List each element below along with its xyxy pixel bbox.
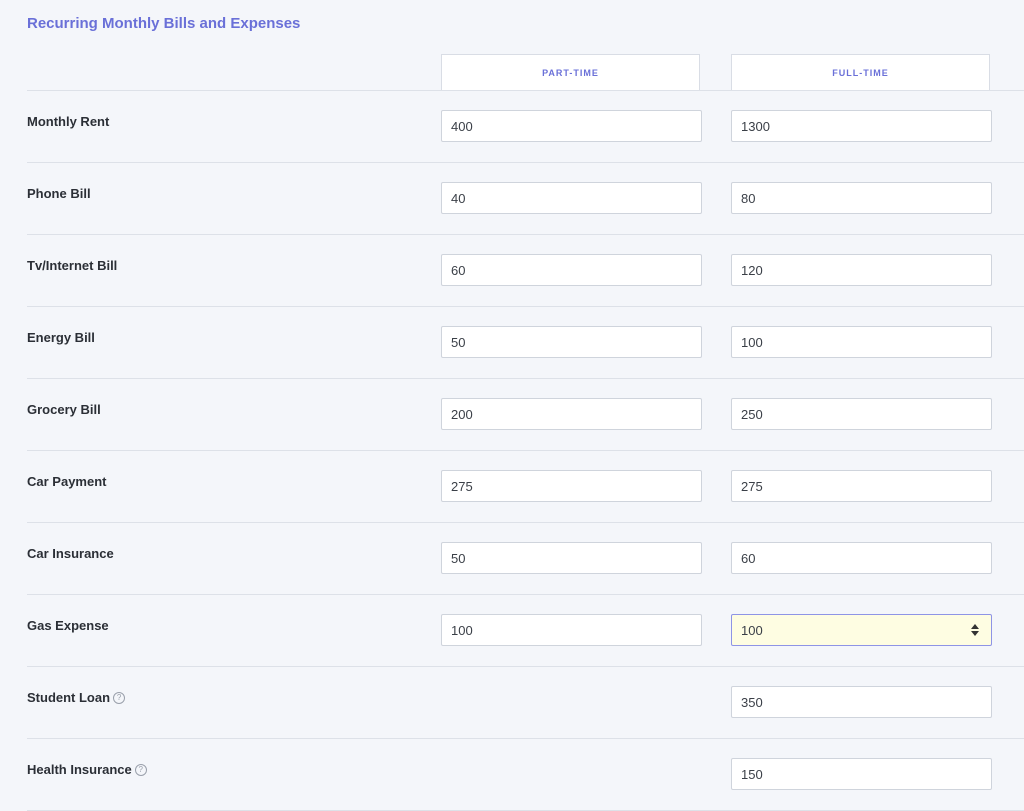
row-label: Monthly Rent xyxy=(27,114,109,129)
row-label: Health Insurance? xyxy=(27,762,147,777)
expense-row: Energy Bill xyxy=(0,306,1024,378)
full-time-input[interactable] xyxy=(731,326,992,358)
full-time-input[interactable] xyxy=(731,758,992,790)
expense-row: Monthly Rent xyxy=(0,90,1024,162)
row-label: Phone Bill xyxy=(27,186,91,201)
part-time-input[interactable] xyxy=(441,470,702,502)
row-label: Student Loan? xyxy=(27,690,126,705)
number-spinner-icon[interactable] xyxy=(969,623,981,637)
row-label-text: Car Insurance xyxy=(27,546,114,561)
expense-row: Gas Expense xyxy=(0,594,1024,666)
part-time-input[interactable] xyxy=(441,398,702,430)
expense-row: Car Payment xyxy=(0,450,1024,522)
row-label-text: Student Loan xyxy=(27,690,111,705)
question-circle-icon[interactable]: ? xyxy=(113,691,126,704)
row-label: Gas Expense xyxy=(27,618,109,633)
part-time-input[interactable] xyxy=(441,182,702,214)
full-time-input[interactable] xyxy=(731,398,992,430)
full-time-input[interactable] xyxy=(731,182,992,214)
row-label-text: Monthly Rent xyxy=(27,114,110,129)
row-label-text: Health Insurance xyxy=(27,762,132,777)
row-label-text: Car Payment xyxy=(27,474,107,489)
expense-row: Phone Bill xyxy=(0,162,1024,234)
expense-row: Tv/Internet Bill xyxy=(0,234,1024,306)
question-circle-icon[interactable]: ? xyxy=(134,763,147,776)
full-time-input[interactable] xyxy=(731,614,992,646)
row-label-text: Energy Bill xyxy=(27,330,95,345)
section-title: Recurring Monthly Bills and Expenses xyxy=(27,15,301,32)
row-label: Energy Bill xyxy=(27,330,95,345)
column-header-full-time: FULL-TIME xyxy=(731,54,990,90)
part-time-input[interactable] xyxy=(441,326,702,358)
full-time-input[interactable] xyxy=(731,254,992,286)
row-label-text: Phone Bill xyxy=(27,186,91,201)
part-time-input[interactable] xyxy=(441,542,702,574)
part-time-input[interactable] xyxy=(441,254,702,286)
spinner-up-icon[interactable] xyxy=(971,624,979,629)
row-label: Grocery Bill xyxy=(27,402,101,417)
spinner-down-icon[interactable] xyxy=(971,631,979,636)
row-label: Tv/Internet Bill xyxy=(27,258,117,273)
part-time-input[interactable] xyxy=(441,110,702,142)
column-header-part-time: PART-TIME xyxy=(441,54,700,90)
row-label-text: Tv/Internet Bill xyxy=(27,258,118,273)
full-time-input[interactable] xyxy=(731,470,992,502)
full-time-input[interactable] xyxy=(731,110,992,142)
row-label: Car Insurance xyxy=(27,546,114,561)
expense-row: Car Insurance xyxy=(0,522,1024,594)
part-time-input[interactable] xyxy=(441,614,702,646)
expense-row: Student Loan? xyxy=(0,666,1024,738)
row-label: Car Payment xyxy=(27,474,106,489)
row-label-text: Grocery Bill xyxy=(27,402,101,417)
row-label-text: Gas Expense xyxy=(27,618,109,633)
full-time-input[interactable] xyxy=(731,686,992,718)
expense-row: Health Insurance? xyxy=(0,738,1024,810)
full-time-input[interactable] xyxy=(731,542,992,574)
expense-row: Grocery Bill xyxy=(0,378,1024,450)
